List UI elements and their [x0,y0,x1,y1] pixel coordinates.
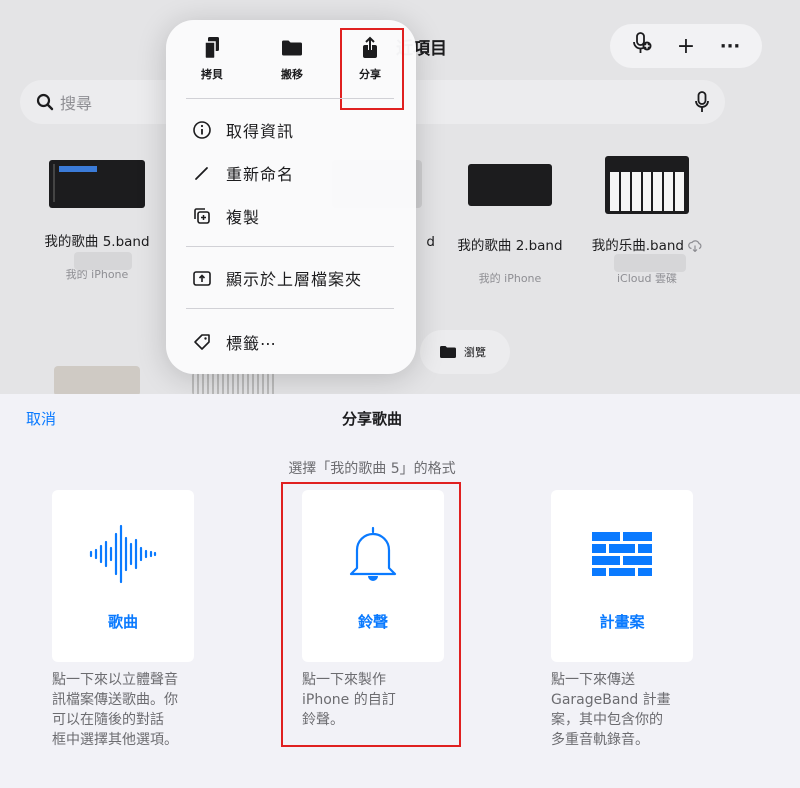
bricks-icon [592,532,652,576]
menu-item-show-enclosing-folder[interactable]: 顯示於上層檔案夾 [192,266,362,290]
browse-button[interactable]: 瀏覽 [420,330,510,374]
duplicate-icon [194,208,210,224]
share-sheet: 取消 分享歌曲 選擇「我的歌曲 5」的格式 歌曲 點一下來以立體聲音 訊檔案傳送… [0,394,800,788]
mic-plus-icon[interactable] [627,31,657,61]
move-button[interactable]: 搬移 [262,36,322,82]
move-label: 搬移 [281,68,303,81]
divider [186,246,394,247]
microphone-icon[interactable] [695,91,709,113]
menu-item-rename[interactable]: 重新命名 [192,161,294,185]
file-location: iCloud 雲碟 [617,272,677,285]
folder-icon [282,40,302,56]
option-description: 點一下來以立體聲音 訊檔案傳送歌曲。你 可以在隨後的對話 框中選擇其他選項。 [52,672,178,748]
file-name: 我的歌曲 2.band [457,238,563,254]
ellipsis-icon[interactable]: ··· [715,36,745,57]
context-menu: 拷貝 搬移 分享 取得資訊 重新命名 複製 顯示於上層檔案夾 標籤⋯ [166,20,416,374]
divider [186,308,394,309]
toolbar-pill: + ··· [610,24,762,68]
file-thumbnail [605,156,689,214]
menu-item-duplicate[interactable]: 複製 [192,204,260,228]
pencil-icon [195,167,208,180]
file-location: 我的 iPhone [478,272,542,285]
menu-item-tags[interactable]: 標籤⋯ [192,330,277,354]
share-option-song[interactable]: 歌曲 [52,490,194,662]
cloud-download-icon [688,240,702,253]
ringtone-highlight-box [281,482,461,747]
folder-icon [440,346,456,358]
menu-item-get-info[interactable]: 取得資訊 [192,118,294,142]
file-item[interactable]: 我的歌曲 2.band 我的 iPhone [435,164,585,286]
copy-button[interactable]: 拷貝 [182,36,242,82]
file-name: 我的乐曲.band [572,234,722,254]
tag-icon [194,334,210,350]
info-icon [193,121,211,139]
plus-icon[interactable]: + [671,34,701,59]
search-input[interactable]: 搜尋 [60,90,92,114]
option-label: 歌曲 [107,613,138,631]
share-option-project[interactable]: 計畫案 [551,490,693,662]
browse-label: 瀏覽 [464,346,486,359]
divider [186,98,394,99]
file-name: 我的歌曲 5.band [44,234,150,250]
option-description: 點一下來傳送 GarageBand 計畫 案，其中包含你的 多重音軌錄音。 [551,672,671,748]
waveform-icon [89,524,157,584]
folder-up-icon [193,271,211,286]
copy-doc-icon [204,37,219,60]
sheet-title: 分享歌曲 [341,410,402,428]
option-label: 計畫案 [599,613,645,631]
sheet-subtitle: 選擇「我的歌曲 5」的格式 [288,461,456,477]
file-thumbnail [468,164,552,206]
copy-label: 拷貝 [201,68,223,81]
search-icon [36,93,54,111]
file-thumbnail [49,160,145,208]
